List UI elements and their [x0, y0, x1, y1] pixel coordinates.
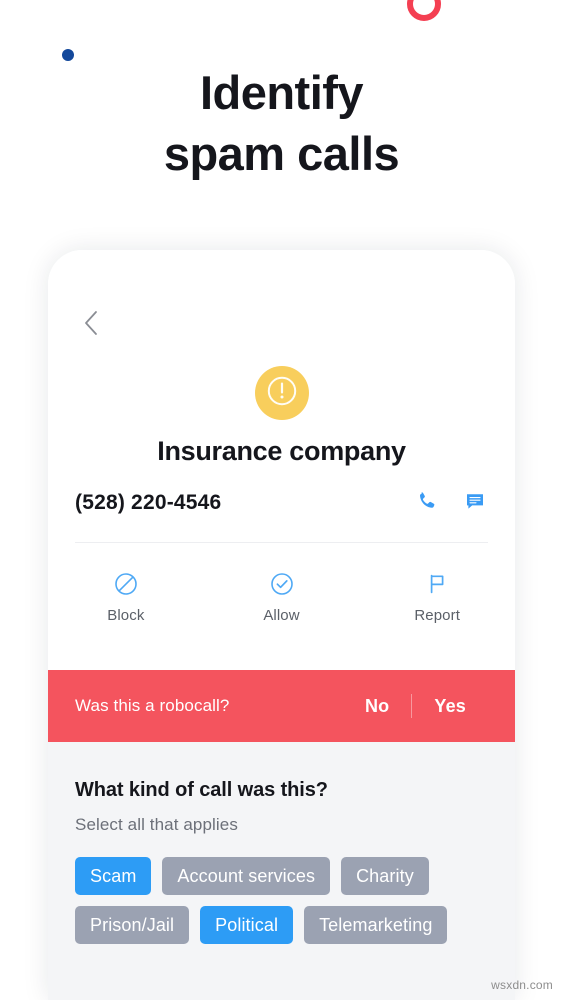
call-type-chip[interactable]: Prison/Jail	[75, 906, 190, 944]
block-action-label: Block	[107, 607, 145, 624]
decorative-dot	[62, 49, 74, 61]
block-circle-icon	[112, 570, 140, 598]
allow-action-label: Allow	[263, 607, 300, 624]
call-type-section: What kind of call was this? Select all t…	[48, 742, 515, 1000]
caller-name: Insurance company	[157, 436, 406, 466]
robocall-no-button[interactable]: No	[343, 696, 411, 717]
call-type-chip[interactable]: Political	[200, 906, 294, 944]
caller-actions: Block Allow Report	[48, 570, 515, 624]
call-type-chip[interactable]: Account services	[162, 857, 331, 895]
decorative-ring	[407, 0, 441, 21]
allow-action[interactable]: Allow	[204, 570, 360, 624]
call-type-chip-list: Scam Account services Charity Prison/Jail Po…	[75, 857, 488, 944]
report-action[interactable]: Report	[359, 570, 515, 624]
phone-call-icon	[415, 489, 439, 518]
spam-warning-badge	[254, 366, 309, 420]
robocall-yes-button[interactable]: Yes	[412, 696, 488, 717]
contact-divider	[75, 542, 488, 543]
call-type-chip[interactable]: Charity	[341, 857, 429, 895]
phone-call-button[interactable]	[414, 490, 440, 516]
exclamation-circle-icon	[265, 374, 299, 413]
call-type-subtitle: Select all that applies	[75, 815, 238, 834]
robocall-prompt: Was this a robocall? No Yes	[48, 670, 515, 742]
phone-number: (528) 220-4546	[75, 491, 222, 514]
robocall-question: Was this a robocall?	[75, 696, 230, 715]
back-button[interactable]	[74, 306, 108, 340]
call-type-chip[interactable]: Telemarketing	[304, 906, 448, 944]
watermark: wsxdn.com	[491, 978, 553, 992]
robocall-answers: No Yes	[343, 694, 488, 718]
page-title-line-2: spam calls	[163, 127, 400, 180]
page-title: Identify spam calls	[0, 62, 563, 184]
contact-quick-actions	[414, 490, 488, 516]
message-bubble-icon	[463, 489, 487, 518]
flag-icon	[423, 570, 451, 598]
caller-detail-panel: Insurance company (528) 220-4546 Block A…	[48, 250, 515, 670]
page-title-line-1: Identify	[199, 66, 364, 119]
call-type-chip[interactable]: Scam	[75, 857, 152, 895]
chevron-left-icon	[83, 310, 99, 336]
check-circle-icon	[268, 570, 296, 598]
report-action-label: Report	[414, 607, 460, 624]
send-message-button[interactable]	[462, 490, 488, 516]
phone-mockup: Insurance company (528) 220-4546 Block A…	[48, 250, 515, 1000]
block-action[interactable]: Block	[48, 570, 204, 624]
contact-row: (528) 220-4546	[75, 486, 488, 520]
call-type-title: What kind of call was this?	[75, 779, 328, 801]
